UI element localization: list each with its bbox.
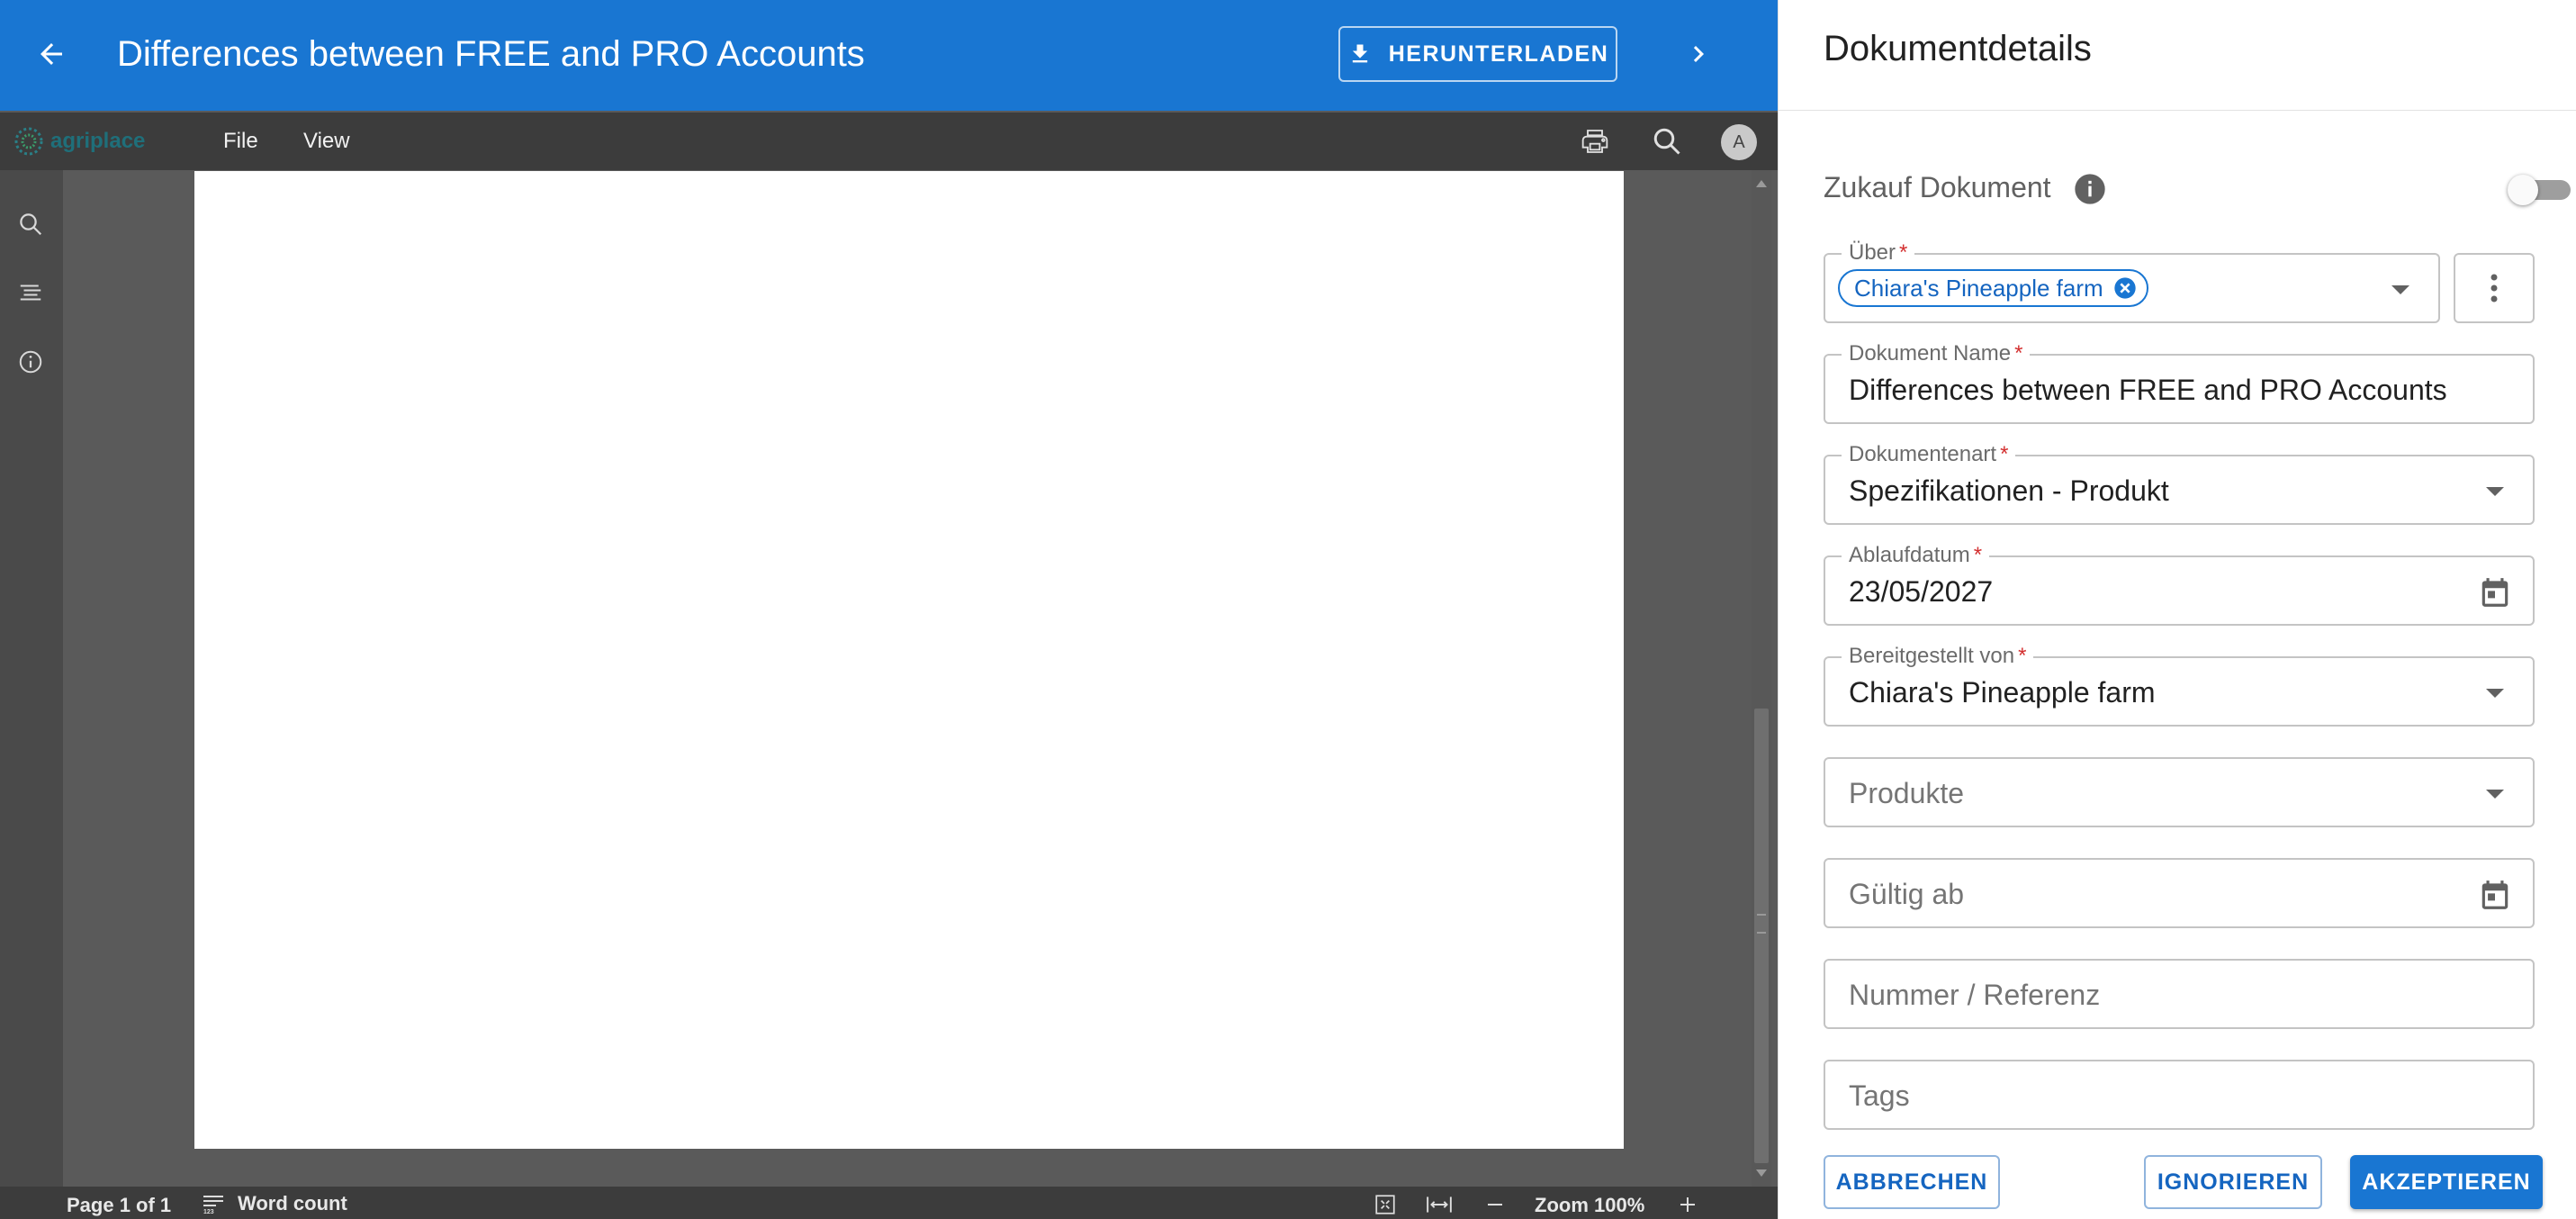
word-count-button[interactable]: 123 Word count	[202, 1192, 347, 1215]
cancel-button[interactable]: ABBRECHEN	[1824, 1155, 2000, 1209]
info-icon[interactable]	[2072, 171, 2108, 207]
fit-page-icon[interactable]	[1372, 1192, 1399, 1217]
page-indicator: Page 1 of 1	[67, 1194, 172, 1216]
download-button[interactable]: HERUNTERLADEN	[1338, 26, 1617, 82]
document-viewer: Differences between FREE and PRO Account…	[0, 0, 1778, 1219]
agriplace-logo: agriplace	[13, 125, 145, 158]
ueber-chip-label: Chiara's Pineapple farm	[1854, 274, 2103, 302]
dokument-name-value[interactable]: Differences between FREE and PRO Account…	[1849, 374, 2447, 407]
zukauf-label: Zukauf Dokument	[1824, 171, 2051, 203]
document-info-icon[interactable]	[13, 344, 49, 380]
tags-placeholder: Tags	[1849, 1079, 1910, 1112]
bereitgestellt-von-label: Bereitgestellt von *	[1842, 644, 2034, 669]
sidebar-search-icon[interactable]	[13, 206, 49, 242]
fit-width-icon[interactable]	[1426, 1192, 1453, 1217]
logo-mark-icon	[14, 127, 43, 156]
logo-text: agriplace	[50, 129, 146, 153]
bereitgestellt-von-select[interactable]: Bereitgestellt von * Chiara's Pineapple f…	[1824, 644, 2535, 727]
word-count-label: Word count	[238, 1192, 347, 1214]
chevron-down-icon[interactable]	[2477, 675, 2513, 711]
chevron-down-icon[interactable]	[2382, 272, 2418, 308]
dokument-name-field[interactable]: Dokument Name * Differences between FREE …	[1824, 341, 2535, 424]
viewer-toolbar: agriplace File View A	[0, 113, 1778, 170]
ueber-chip[interactable]: Chiara's Pineapple farm	[1838, 269, 2148, 307]
chevron-down-icon[interactable]	[2477, 776, 2513, 812]
menu-view[interactable]: View	[303, 125, 350, 158]
gueltig-ab-placeholder: Gültig ab	[1849, 878, 1965, 910]
viewer-side-strip	[0, 170, 63, 1187]
search-icon[interactable]	[1651, 125, 1683, 158]
ablaufdatum-field[interactable]: Ablaufdatum * 23/05/2027	[1824, 543, 2535, 626]
zoom-in-icon[interactable]	[1674, 1192, 1701, 1217]
ueber-label: Über *	[1842, 240, 1915, 266]
dokumentenart-label: Dokumentenart *	[1842, 442, 2016, 467]
word-count-icon: 123	[203, 1196, 223, 1214]
document-details-panel: Dokumentdetails Zukauf Dokument Über * Ch…	[1778, 0, 2576, 1219]
dokumentenart-value: Spezifikationen - Produkt	[1849, 474, 2169, 507]
menu-file[interactable]: File	[223, 125, 258, 158]
print-icon[interactable]	[1577, 127, 1613, 156]
chevron-right-icon	[1693, 46, 1704, 62]
scroll-down-arrow-icon[interactable]	[1752, 1163, 1771, 1183]
dokumentenart-select[interactable]: Dokumentenart * Spezifikationen - Produkt	[1824, 442, 2535, 525]
document-page	[194, 171, 1624, 1149]
document-title: Differences between FREE and PRO Account…	[117, 34, 865, 74]
zoom-out-icon[interactable]	[1482, 1192, 1509, 1217]
accept-button[interactable]: AKZEPTIEREN	[2350, 1155, 2543, 1209]
ablaufdatum-value[interactable]: 23/05/2027	[1849, 575, 1993, 609]
produkte-placeholder: Produkte	[1849, 777, 1965, 809]
calendar-icon[interactable]	[2477, 574, 2513, 610]
zoom-level: Zoom 100%	[1535, 1194, 1645, 1216]
zukauf-toggle[interactable]	[2508, 175, 2574, 205]
gueltig-ab-field[interactable]: Gültig ab	[1824, 858, 2535, 928]
svg-text:123: 123	[203, 1209, 214, 1214]
arrow-left-icon	[41, 43, 62, 65]
nummer-referenz-field[interactable]: Nummer / Referenz	[1824, 959, 2535, 1029]
back-button[interactable]	[29, 29, 74, 79]
ignore-button[interactable]: IGNORIEREN	[2144, 1155, 2322, 1209]
details-header: Dokumentdetails	[1779, 0, 2576, 111]
dokument-name-label: Dokument Name *	[1842, 341, 2031, 366]
zukauf-row: Zukauf Dokument	[1824, 167, 2571, 211]
produkte-select[interactable]: Produkte	[1824, 757, 2535, 827]
ablaufdatum-label: Ablaufdatum *	[1842, 543, 1990, 568]
scrollbar-grip-icon	[1757, 914, 1766, 934]
nummer-referenz-placeholder: Nummer / Referenz	[1849, 979, 2101, 1011]
app-bar: Differences between FREE and PRO Account…	[0, 0, 1778, 111]
download-icon	[1352, 44, 1367, 63]
more-options-button[interactable]	[2454, 253, 2535, 323]
details-title: Dokumentdetails	[1824, 29, 2092, 68]
outline-icon[interactable]	[13, 275, 49, 311]
chip-remove-icon[interactable]	[2112, 275, 2138, 301]
calendar-icon[interactable]	[2477, 877, 2513, 913]
toggle-thumb	[2508, 175, 2538, 205]
ueber-select[interactable]: Über * Chiara's Pineapple farm	[1824, 240, 2440, 323]
scroll-up-arrow-icon[interactable]	[1752, 174, 1771, 194]
bereitgestellt-von-value: Chiara's Pineapple farm	[1849, 676, 2156, 709]
scrollbar-thumb[interactable]	[1754, 709, 1769, 1163]
tags-field[interactable]: Tags	[1824, 1060, 2535, 1130]
more-vert-icon	[2490, 274, 2498, 302]
download-button-label: HERUNTERLADEN	[1388, 41, 1609, 67]
vertical-scrollbar[interactable]	[1752, 170, 1771, 1187]
chevron-down-icon[interactable]	[2477, 474, 2513, 510]
avatar[interactable]: A	[1721, 124, 1757, 160]
viewer-status-bar: Page 1 of 1 123 Word count Zoom 100%	[0, 1187, 1778, 1219]
next-button[interactable]	[1678, 29, 1719, 79]
